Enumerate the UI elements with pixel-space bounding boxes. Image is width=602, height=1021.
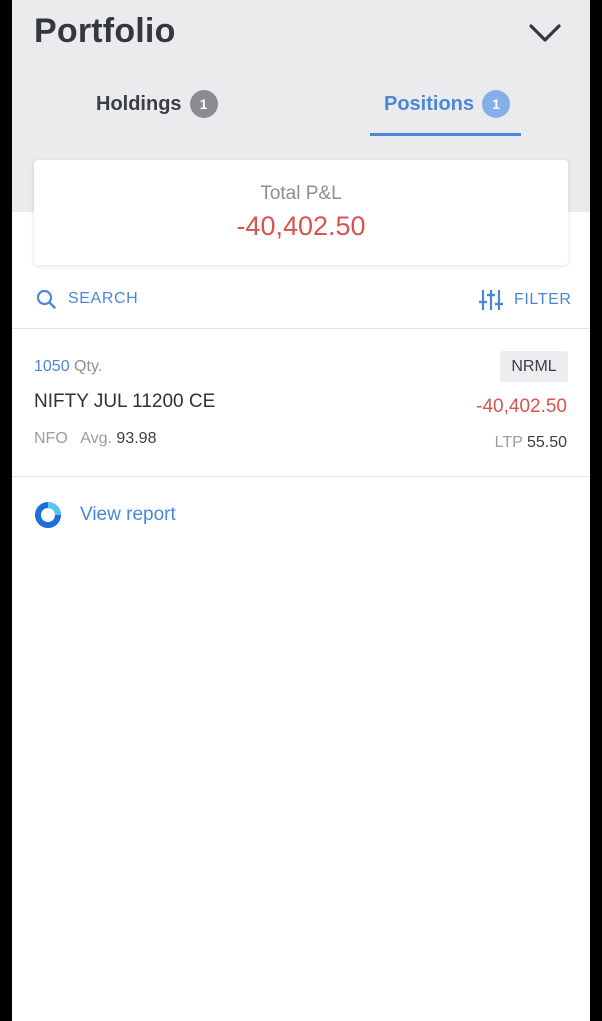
product-badge: NRML	[500, 351, 568, 382]
ltp-value: 55.50	[526, 434, 567, 451]
total-pnl-card: Total P&L -40,402.50	[34, 160, 568, 265]
tab-positions-label: Positions	[384, 92, 475, 115]
position-pnl: -40,402.50	[476, 396, 567, 417]
tab-holdings[interactable]: Holdings 1	[96, 86, 218, 122]
qty-value: 1050	[34, 358, 70, 375]
page-title: Portfolio	[34, 12, 176, 50]
search-button[interactable]: SEARCH	[36, 289, 138, 309]
search-icon	[36, 289, 56, 309]
total-pnl-value: -40,402.50	[236, 211, 366, 241]
row-divider	[12, 476, 590, 477]
instrument-name: NIFTY JUL 11200 CE	[34, 391, 216, 412]
portfolio-screen: Portfolio Holdings 1 Positions 1 Total P…	[12, 0, 590, 1021]
avg-label: Avg.	[80, 430, 112, 447]
position-qty: 1050 Qty.	[34, 358, 102, 376]
total-pnl-label: Total P&L	[260, 183, 342, 204]
sliders-icon	[479, 290, 503, 310]
chevron-down-icon[interactable]	[528, 20, 562, 46]
avg-value: 93.98	[116, 430, 157, 447]
view-report-label: View report	[80, 504, 176, 525]
filter-button[interactable]: FILTER	[479, 289, 572, 311]
position-row[interactable]: 1050 Qty. NIFTY JUL 11200 CE NFO Avg. 93…	[12, 329, 590, 476]
position-meta: NFO Avg. 93.98	[34, 430, 156, 448]
holdings-count-badge: 1	[189, 90, 218, 118]
search-label: SEARCH	[68, 290, 139, 307]
active-tab-indicator	[370, 133, 521, 136]
filter-label: FILTER	[514, 291, 572, 308]
exchange-label: NFO	[34, 430, 68, 447]
tab-positions[interactable]: Positions 1	[384, 86, 511, 122]
positions-count-badge: 1	[482, 90, 511, 118]
position-ltp: LTP 55.50	[495, 434, 567, 452]
qty-unit: Qty.	[74, 358, 103, 375]
view-report-link[interactable]: View report	[34, 501, 176, 529]
report-ring-icon	[35, 502, 61, 528]
ltp-label: LTP	[494, 434, 523, 451]
tab-holdings-label: Holdings	[96, 92, 182, 115]
